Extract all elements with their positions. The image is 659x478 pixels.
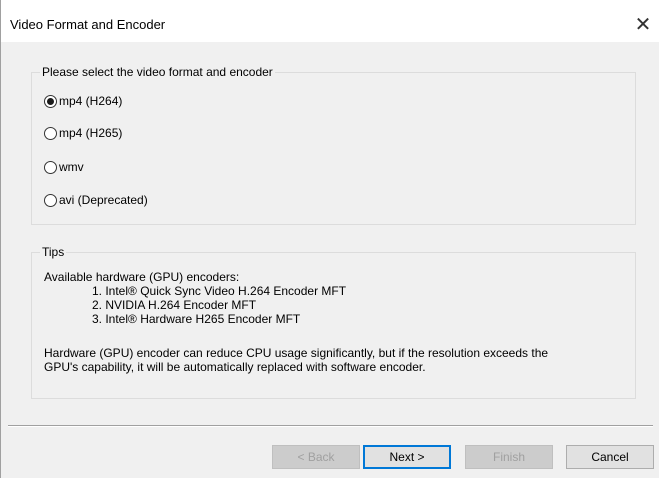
back-button[interactable]: < Back [272,445,360,469]
hardware-note-line1: Hardware (GPU) encoder can reduce CPU us… [44,346,549,360]
title-bar: Video Format and Encoder ✕ [1,0,659,42]
radio-button[interactable] [44,160,57,174]
next-button[interactable]: Next > [363,445,451,469]
encoder-item: 1. Intel® Quick Sync Video H.264 Encoder… [92,284,347,298]
radio-label: mp4 (H264) [59,94,123,108]
format-group: Please select the video format and encod… [31,65,636,225]
video-format-dialog: Video Format and Encoder ✕ Please select… [0,0,659,478]
tips-group: Tips Available hardware (GPU) encoders: … [31,245,636,399]
encoder-item: 3. Intel® Hardware H265 Encoder MFT [92,312,301,326]
footer-separator [8,425,653,427]
encoder-item: 2. NVIDIA H.264 Encoder MFT [92,298,257,312]
finish-button[interactable]: Finish [465,445,553,469]
encoders-heading: Available hardware (GPU) encoders: [44,270,240,284]
radio-label: avi (Deprecated) [59,193,148,207]
radio-button[interactable] [44,193,57,207]
close-icon[interactable]: ✕ [626,10,659,40]
window-title: Video Format and Encoder [10,17,166,32]
hardware-note-line2: GPU's capability, it will be automatical… [44,360,426,374]
radio-avi[interactable]: avi (Deprecated) [44,191,148,209]
radio-button[interactable] [44,126,57,140]
radio-wmv[interactable]: wmv [44,158,84,176]
tips-group-legend: Tips [40,245,67,259]
format-group-legend: Please select the video format and encod… [40,65,275,79]
radio-label: mp4 (H265) [59,126,123,140]
radio-button-checked[interactable] [44,94,57,108]
radio-label: wmv [59,160,84,174]
cancel-button[interactable]: Cancel [566,445,654,469]
radio-mp4-h264[interactable]: mp4 (H264) [44,92,122,110]
radio-mp4-h265[interactable]: mp4 (H265) [44,124,122,142]
